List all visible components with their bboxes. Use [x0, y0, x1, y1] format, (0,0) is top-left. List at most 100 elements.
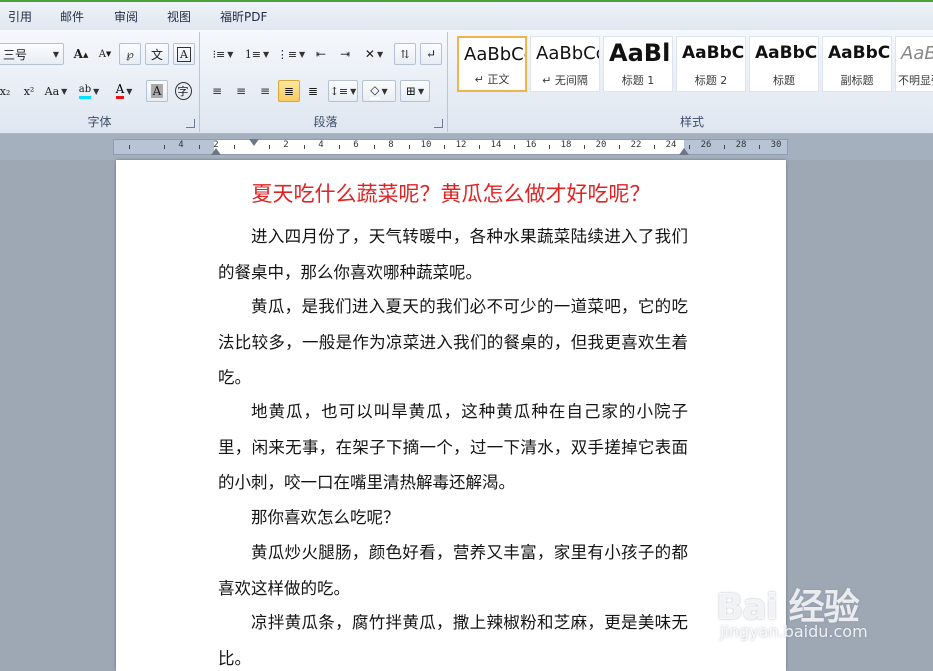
paragraph-dialog-launcher-icon[interactable]	[434, 119, 443, 128]
align-center-button[interactable]: ≡	[230, 80, 252, 102]
align-right-button[interactable]: ≡	[254, 80, 276, 102]
right-indent-marker[interactable]	[679, 148, 689, 155]
tab-review[interactable]: 审阅	[114, 8, 138, 25]
style-subtle-emphasis[interactable]: AaBb 不明显强调	[895, 36, 933, 92]
grow-font-button[interactable]: A ▲	[70, 43, 92, 65]
distributed-button[interactable]: ≣	[302, 80, 324, 102]
paragraph-1[interactable]: 进入四月份了，天气转暖中，各种水果蔬菜陆续进入了我们的餐桌中，那么你喜欢哪种蔬菜…	[218, 219, 688, 290]
hanging-indent-marker[interactable]	[211, 148, 221, 155]
multilevel-list-icon: ⋮≡	[276, 47, 298, 61]
style-no-spacing[interactable]: AaBbCcDc ↵ 无间隔	[530, 36, 600, 92]
ruler-label: 4	[178, 140, 184, 150]
pinyin-guide-button[interactable]: 文	[145, 43, 169, 65]
change-case-button[interactable]: Aa ▼	[42, 80, 70, 102]
document-page[interactable]: 夏天吃什么蔬菜呢？黄瓜怎么做才好吃呢？ 进入四月份了，天气转暖中，各种水果蔬菜陆…	[116, 160, 786, 671]
shrink-font-button[interactable]: A ▼	[94, 43, 116, 65]
paragraph-4[interactable]: 那你喜欢怎么吃呢？	[218, 500, 688, 536]
line-spacing-icon: ↕≡	[329, 84, 349, 98]
enclose-chars-button[interactable]: 字	[172, 80, 194, 102]
style-heading-1[interactable]: AaBl 标题 1	[603, 36, 673, 92]
paragraph-6[interactable]: 凉拌黄瓜条，腐竹拌黄瓜，撒上辣椒粉和芝麻，更是美味无比。	[218, 605, 688, 671]
style-normal[interactable]: AaBbCcDc ↵ 正文	[457, 36, 527, 92]
font-dialog-launcher-icon[interactable]	[186, 119, 195, 128]
chevron-down-icon: ▼	[52, 49, 59, 59]
ruler-label: 20	[595, 140, 607, 150]
ruler-label: 2	[283, 140, 289, 150]
ruler-tick	[373, 145, 375, 149]
borders-button[interactable]: ⊞ ▼	[400, 80, 430, 102]
ruler-label: 14	[490, 140, 502, 150]
paragraph-2[interactable]: 黄瓜，是我们进入夏天的我们必不可少的一道菜吧，它的吃法比较多，一般是作为凉菜进入…	[218, 289, 688, 396]
tab-references[interactable]: 引用	[8, 8, 32, 25]
line-spacing-button[interactable]: ↕≡ ▼	[328, 80, 358, 102]
paragraph-group: ⁝≡ ▼ 1≡ ▼ ⋮≡ ▼ ⇤ ⇥ ✕ ▼ ⇅ ↵ ≡ ≡ ≡ ≣ ≣ ↕≡ ▼ ◇ ▼ …	[204, 32, 448, 132]
char-shading-button[interactable]: A	[146, 80, 168, 102]
ruler-label: 22	[630, 140, 642, 150]
increase-indent-button[interactable]: ⇥	[334, 43, 356, 65]
subscript-button[interactable]: x₂	[0, 80, 14, 102]
first-line-indent-marker[interactable]	[249, 139, 259, 146]
ruler-label: 28	[735, 140, 747, 150]
ruler-tick	[443, 145, 445, 149]
ruler-tick	[618, 145, 620, 149]
paragraph-5[interactable]: 黄瓜炒火腿肠，颜色好看，营养又丰富，家里有小孩子的都喜欢这样做的吃。	[218, 535, 688, 606]
ruler-tick	[653, 145, 655, 149]
tab-mailings[interactable]: 邮件	[60, 8, 84, 25]
ruler-tick	[758, 145, 760, 149]
document-canvas: 夏天吃什么蔬菜呢？黄瓜怎么做才好吃呢？ 进入四月份了，天气转暖中，各种水果蔬菜陆…	[0, 160, 933, 671]
ruler-tick	[163, 145, 165, 149]
superscript-button[interactable]: x²	[18, 80, 40, 102]
style-subtitle[interactable]: AaBbC 副标题	[822, 36, 892, 92]
outdent-icon: ⇤	[315, 47, 327, 61]
eraser-icon: ℘	[126, 47, 134, 61]
ruler-tick	[233, 145, 235, 149]
tab-view[interactable]: 视图	[167, 8, 191, 25]
decrease-indent-button[interactable]: ⇤	[310, 43, 332, 65]
border-icon: ⊞	[405, 84, 416, 98]
style-gallery: AaBbCcDc ↵ 正文 AaBbCcDc ↵ 无间隔 AaBl 标题 1 A…	[455, 36, 933, 92]
ruler-tick	[513, 145, 515, 149]
ruler-tick	[198, 145, 200, 149]
shading-button[interactable]: ◇ ▼	[362, 80, 396, 102]
ruler-tick	[268, 145, 270, 149]
align-center-icon: ≡	[235, 84, 247, 98]
align-left-button[interactable]: ≡	[206, 80, 228, 102]
align-right-icon: ≡	[259, 84, 271, 98]
ruler-label: 12	[455, 140, 467, 150]
ruler-label: 24	[665, 140, 677, 150]
clear-format-button[interactable]: ℘	[119, 43, 141, 65]
ruler-tick	[583, 145, 585, 149]
multilevel-list-button[interactable]: ⋮≡ ▼	[276, 43, 306, 65]
align-left-icon: ≡	[211, 84, 223, 98]
numbering-button[interactable]: 1≡ ▼	[242, 43, 272, 65]
ruler-tick	[128, 145, 130, 149]
ribbon: 三号 ▼ A ▲ A ▼ ℘ 文 A x₂ x² Aa ▼ ab ▼ A ▼ A 字 字体 …	[0, 30, 933, 134]
highlight-button[interactable]: ab ▼	[74, 80, 104, 102]
bullets-button[interactable]: ⁝≡ ▼	[208, 43, 238, 65]
numbered-list-icon: 1≡	[244, 47, 262, 61]
style-title[interactable]: AaBbC 标题	[749, 36, 819, 92]
font-group-label: 字体	[87, 115, 112, 129]
font-size-select[interactable]: 三号 ▼	[0, 43, 64, 65]
ruler-tick	[408, 145, 410, 149]
ruler-tick	[338, 145, 340, 149]
sort-button[interactable]: ⇅	[394, 43, 416, 65]
ruler-label: 26	[700, 140, 712, 150]
justify-icon: ≣	[283, 84, 295, 98]
chinese-layout-button[interactable]: ✕ ▼	[358, 43, 390, 65]
ruler-tick	[303, 145, 305, 149]
ruler-label: 16	[525, 140, 537, 150]
show-marks-button[interactable]: ↵	[420, 43, 442, 65]
ruler-label: 6	[353, 140, 359, 150]
tab-foxit-pdf[interactable]: 福昕PDF	[220, 8, 267, 25]
ruler-label: 30	[770, 140, 782, 150]
justify-button[interactable]: ≣	[278, 80, 300, 102]
ruler-label: 4	[318, 140, 324, 150]
style-heading-2[interactable]: AaBbC 标题 2	[676, 36, 746, 92]
ruler-tick	[548, 145, 550, 149]
paragraph-3[interactable]: 地黄瓜，也可以叫旱黄瓜，这种黄瓜种在自己家的小院子里，闲来无事，在架子下摘一个，…	[218, 394, 688, 501]
char-border-button[interactable]: A	[173, 43, 195, 65]
font-color-button[interactable]: A ▼	[108, 80, 140, 102]
pilcrow-icon: ↵	[425, 47, 437, 61]
paragraph-group-label: 段落	[313, 115, 338, 129]
